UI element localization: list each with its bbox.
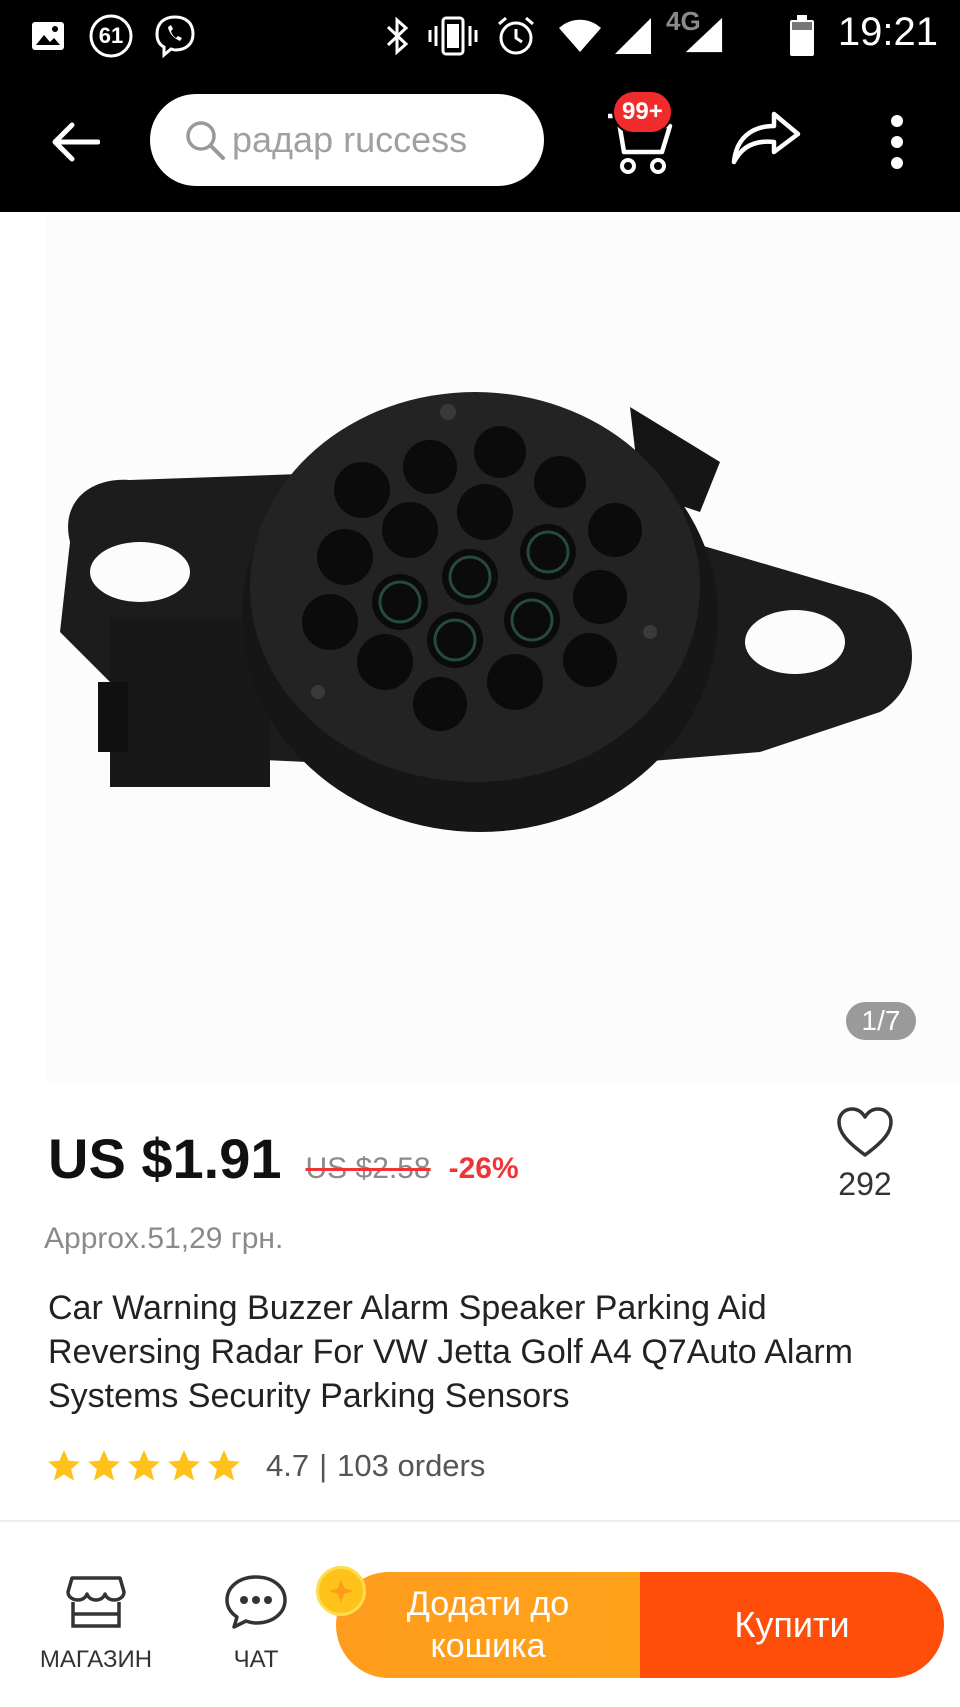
chat-label: ЧАТ [233,1646,279,1673]
viber-icon [152,14,198,58]
signal-icon [610,14,656,58]
current-price: US $1.91 [48,1127,282,1190]
wifi-icon [556,14,604,58]
add-to-cart-button[interactable]: Додати до кошика [336,1572,640,1678]
product-image-gallery[interactable] [0,212,960,1082]
more-options-button[interactable] [876,108,918,176]
app-header: 99+ [0,72,960,212]
status-bar: 61 4G 19:21 [0,0,960,72]
back-arrow-icon [52,122,100,162]
add-to-cart-label: Додати до кошика [406,1585,570,1665]
star-icon [48,1450,80,1481]
share-button[interactable] [730,108,802,176]
share-icon [731,111,801,165]
cart-badge: 99+ [612,90,673,134]
rating-value: 4.7 [266,1448,310,1483]
notification-count-icon: 61 [88,14,134,58]
price-row: US $1.91 US $2.58 -26% [48,1126,519,1191]
wishlist-count: 292 [838,1166,892,1202]
original-price: US $2.58 [305,1152,431,1185]
star-icon [168,1450,200,1481]
search-icon [186,121,225,160]
chat-button[interactable]: ЧАТ [206,1574,306,1684]
image-page-indicator: 1/7 [846,1002,916,1040]
search-bar[interactable] [150,94,544,186]
product-title: Car Warning Buzzer Alarm Speaker Parking… [48,1289,853,1415]
star-icon [88,1450,120,1481]
status-time: 19:21 [837,10,938,54]
product-image [60,392,913,832]
rating-separator: | [319,1448,328,1483]
star-icon [128,1450,160,1481]
store-icon [66,1576,126,1628]
star-icon [208,1450,240,1481]
alarm-icon [494,14,538,58]
buy-now-button[interactable]: Купити [640,1572,944,1678]
battery-icon [786,14,818,58]
back-button[interactable] [40,108,112,176]
wishlist-button[interactable]: 292 [830,1106,900,1203]
bluetooth-icon [382,14,412,58]
image-icon [28,14,68,58]
chat-icon [225,1575,287,1629]
bottom-action-bar: МАГАЗИН ЧАТ Додати до кошика Купити [0,1522,960,1707]
buy-now-label: Купити [734,1604,850,1645]
coin-icon [316,1566,366,1616]
discount-badge: -26% [448,1152,519,1185]
notification-count: 61 [98,23,124,48]
store-button[interactable]: МАГАЗИН [36,1574,156,1684]
orders-count: 103 orders [337,1448,486,1483]
store-label: МАГАЗИН [39,1646,153,1673]
signal-4g-icon: 4G [664,6,724,53]
more-vertical-icon [891,115,903,127]
rating-row[interactable]: 4.7 | 103 orders [46,1448,485,1484]
rating-stars [46,1448,242,1484]
heart-icon [837,1107,893,1157]
vibrate-icon [428,14,478,58]
approx-local-price: Approx.51,29 грн. [44,1222,284,1255]
search-input[interactable] [232,119,522,161]
